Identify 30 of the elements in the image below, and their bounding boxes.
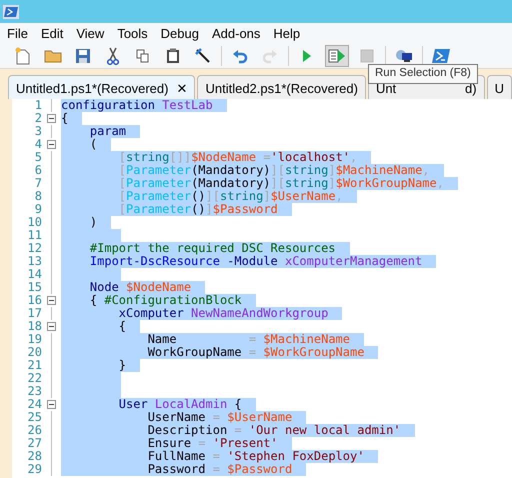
line-number: 7: [34, 177, 42, 190]
line-number: 2: [34, 112, 42, 125]
line-number: 6: [34, 164, 42, 177]
line-number: 21: [26, 359, 42, 372]
line-number: 11: [26, 229, 42, 242]
line-number: 18: [26, 320, 42, 333]
line-number: 17: [26, 307, 42, 320]
line-number: 8: [34, 190, 42, 203]
line-number: 28: [26, 450, 42, 463]
line-number: 29: [26, 463, 42, 476]
line-number: 27: [26, 437, 42, 450]
line-number: 9: [34, 203, 42, 216]
line-number: 12: [26, 242, 42, 255]
line-number: 24: [26, 398, 42, 411]
line-number: 16: [26, 294, 42, 307]
line-number: 4: [34, 138, 42, 151]
line-number: 5: [34, 151, 42, 164]
line-number: 20: [26, 346, 42, 359]
line-number: 19: [26, 333, 42, 346]
line-number: 26: [26, 424, 42, 437]
line-number: 23: [26, 385, 42, 398]
line-number: 15: [26, 281, 42, 294]
line-number: 25: [26, 411, 42, 424]
line-number: 13: [26, 255, 42, 268]
line-number: 3: [34, 125, 42, 138]
tooltip: Run Selection (F8): [368, 64, 478, 84]
line-number: 10: [26, 216, 42, 229]
line-number: 1: [34, 99, 42, 112]
line-number: 14: [26, 268, 42, 281]
line-number: 22: [26, 372, 42, 385]
